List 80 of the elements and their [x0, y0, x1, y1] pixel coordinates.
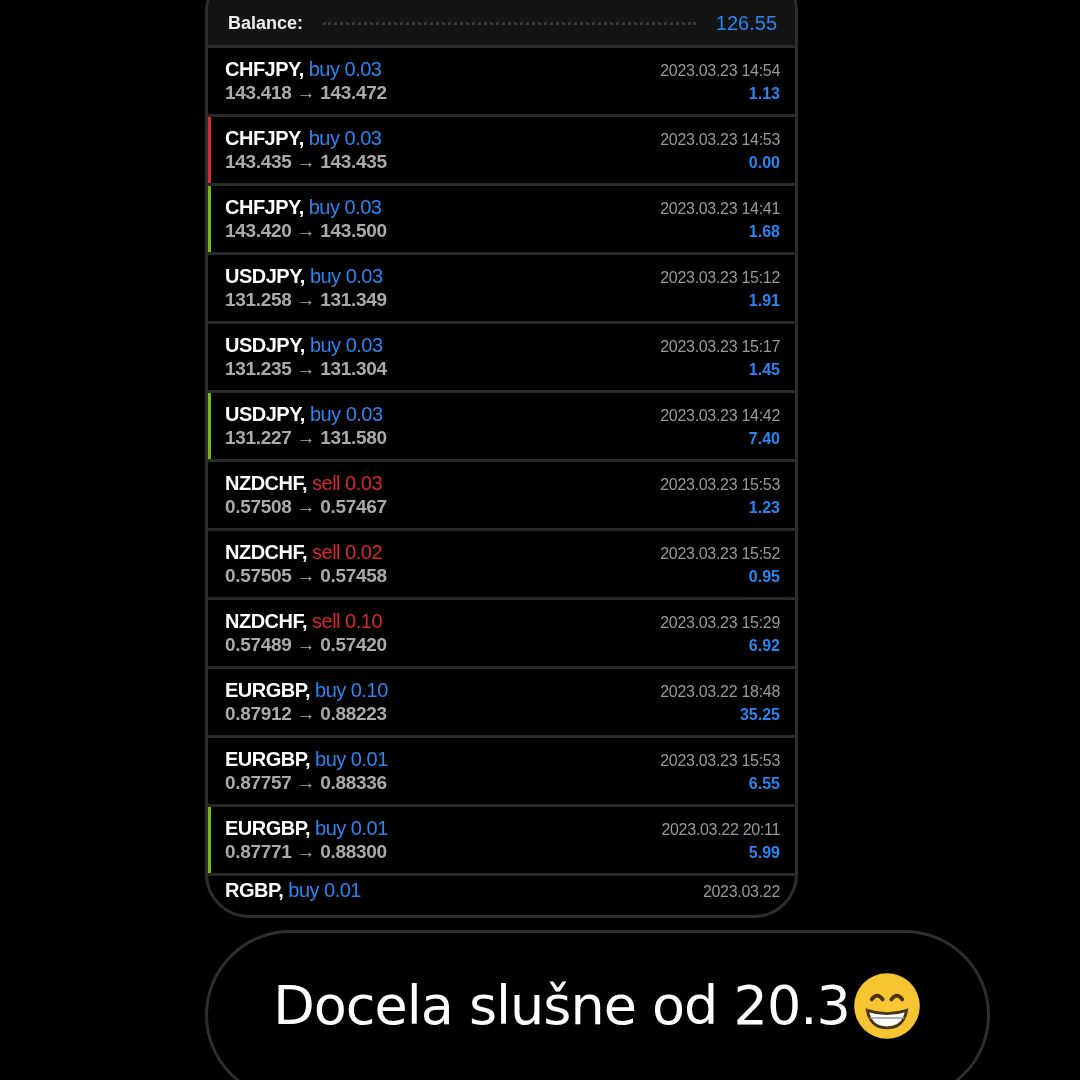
trade-row[interactable]: CHFJPY, buy 0.03 143.420 → 143.500 2023.03.23 14:41 1.68	[208, 186, 795, 255]
trade-row[interactable]: EURGBP, buy 0.01 0.87771 → 0.88300 2023.03.22 20:11 5.99	[208, 807, 795, 876]
profit: 0.95	[747, 568, 780, 586]
price-range: 0.57489 → 0.57420	[225, 634, 387, 656]
order-type: buy 0.01	[315, 748, 388, 771]
profit: 1.91	[747, 292, 780, 310]
trade-row[interactable]: USDJPY, buy 0.03 131.258 → 131.349 2023.03.23 15:12 1.91	[208, 255, 795, 324]
price-range: 143.418 → 143.472	[225, 82, 387, 104]
order-type: buy 0.10	[315, 679, 388, 702]
symbol: EURGBP,	[225, 679, 311, 702]
order-type: buy 0.01	[315, 817, 388, 840]
symbol: USDJPY,	[225, 334, 305, 357]
order-type: sell 0.02	[312, 541, 383, 564]
symbol: NZDCHF,	[225, 472, 308, 495]
order-type: buy 0.03	[309, 265, 383, 288]
symbol: CHFJPY,	[225, 58, 304, 81]
trade-time: 2023.03.23 15:53	[660, 752, 780, 770]
trade-time: 2023.03.23 14:54	[660, 62, 780, 80]
trade-row[interactable]: RGBP, buy 0.01 2023.03.22	[208, 876, 795, 915]
symbol: NZDCHF,	[225, 541, 308, 564]
price-range: 0.57505 → 0.57458	[225, 565, 387, 587]
profit: 5.99	[747, 844, 780, 862]
symbol: USDJPY,	[225, 265, 305, 288]
symbol: CHFJPY,	[225, 196, 304, 219]
order-type: buy 0.03	[308, 127, 382, 150]
profit: 1.45	[747, 361, 780, 379]
profit: 6.92	[747, 637, 780, 655]
balance-value: 126.55	[715, 11, 777, 35]
order-type: buy 0.01	[288, 879, 361, 902]
trade-time: 2023.03.23 14:41	[660, 200, 780, 218]
trade-row[interactable]: USDJPY, buy 0.03 131.227 → 131.580 2023.03.23 14:42 7.40	[208, 393, 795, 462]
trade-time: 2023.03.22 20:11	[661, 821, 780, 839]
profit: 6.55	[747, 775, 780, 793]
trade-row[interactable]: NZDCHF, sell 0.10 0.57489 → 0.57420 2023.03.23 15:29 6.92	[208, 600, 795, 669]
price-range: 143.420 → 143.500	[225, 220, 387, 242]
symbol: EURGBP,	[225, 817, 311, 840]
symbol: USDJPY,	[225, 403, 305, 426]
trade-time: 2023.03.23 15:53	[660, 476, 780, 494]
order-type: sell 0.03	[312, 472, 383, 495]
profit: 1.68	[747, 223, 780, 241]
trade-time: 2023.03.23 14:53	[660, 131, 780, 149]
trade-time: 2023.03.22 18:48	[660, 683, 780, 701]
trade-row[interactable]: USDJPY, buy 0.03 131.235 → 131.304 2023.03.23 15:17 1.45	[208, 324, 795, 393]
price-range: 143.435 → 143.435	[225, 151, 387, 173]
price-range: 0.57508 → 0.57467	[225, 496, 387, 518]
trade-row[interactable]: CHFJPY, buy 0.03 143.435 → 143.435 2023.03.23 14:53 0.00	[208, 117, 795, 186]
symbol: RGBP,	[225, 879, 284, 902]
trade-time: 2023.03.23 15:17	[660, 338, 780, 356]
trade-row[interactable]: EURGBP, buy 0.01 0.87757 → 0.88336 2023.03.23 15:53 6.55	[208, 738, 795, 807]
order-type: buy 0.03	[308, 58, 382, 81]
price-range: 131.235 → 131.304	[225, 358, 387, 380]
order-type: sell 0.10	[312, 610, 383, 633]
trade-row[interactable]: NZDCHF, sell 0.03 0.57508 → 0.57467 2023.03.23 15:53 1.23	[208, 462, 795, 531]
symbol: CHFJPY,	[225, 127, 304, 150]
trade-row[interactable]: NZDCHF, sell 0.02 0.57505 → 0.57458 2023.03.23 15:52 0.95	[208, 531, 795, 600]
price-range: 0.87771 → 0.88300	[225, 841, 388, 863]
trade-time: 2023.03.23 15:29	[660, 614, 780, 632]
trade-time: 2023.03.23 15:52	[660, 545, 780, 563]
profit: 1.23	[747, 499, 780, 517]
message-text: Docela slušne od 20.3	[273, 973, 850, 1039]
grinning-face-icon	[851, 971, 922, 1041]
trade-time: 2023.03.23 14:42	[660, 407, 780, 425]
profit: 1.13	[747, 85, 780, 103]
symbol: EURGBP,	[225, 748, 311, 771]
symbol: NZDCHF,	[225, 610, 308, 633]
price-range: 131.258 → 131.349	[225, 289, 387, 311]
order-type: buy 0.03	[309, 403, 383, 426]
balance-label: Balance:	[228, 12, 304, 34]
profit: 7.40	[747, 430, 780, 448]
order-type: buy 0.03	[309, 334, 383, 357]
trade-row[interactable]: EURGBP, buy 0.10 0.87912 → 0.88223 2023.03.22 18:48 35.25	[208, 669, 795, 738]
profit: 0.00	[747, 154, 780, 172]
trade-time: 2023.03.23 15:12	[660, 269, 780, 287]
order-type: buy 0.03	[308, 196, 382, 219]
price-range: 0.87912 → 0.88223	[225, 703, 388, 725]
profit: 35.25	[738, 706, 780, 724]
price-range: 131.227 → 131.580	[225, 427, 387, 449]
trade-row[interactable]: CHFJPY, buy 0.03 143.418 → 143.472 2023.03.23 14:54 1.13	[208, 48, 795, 117]
trade-time: 2023.03.22	[702, 883, 780, 901]
price-range: 0.87757 → 0.88336	[225, 772, 388, 794]
